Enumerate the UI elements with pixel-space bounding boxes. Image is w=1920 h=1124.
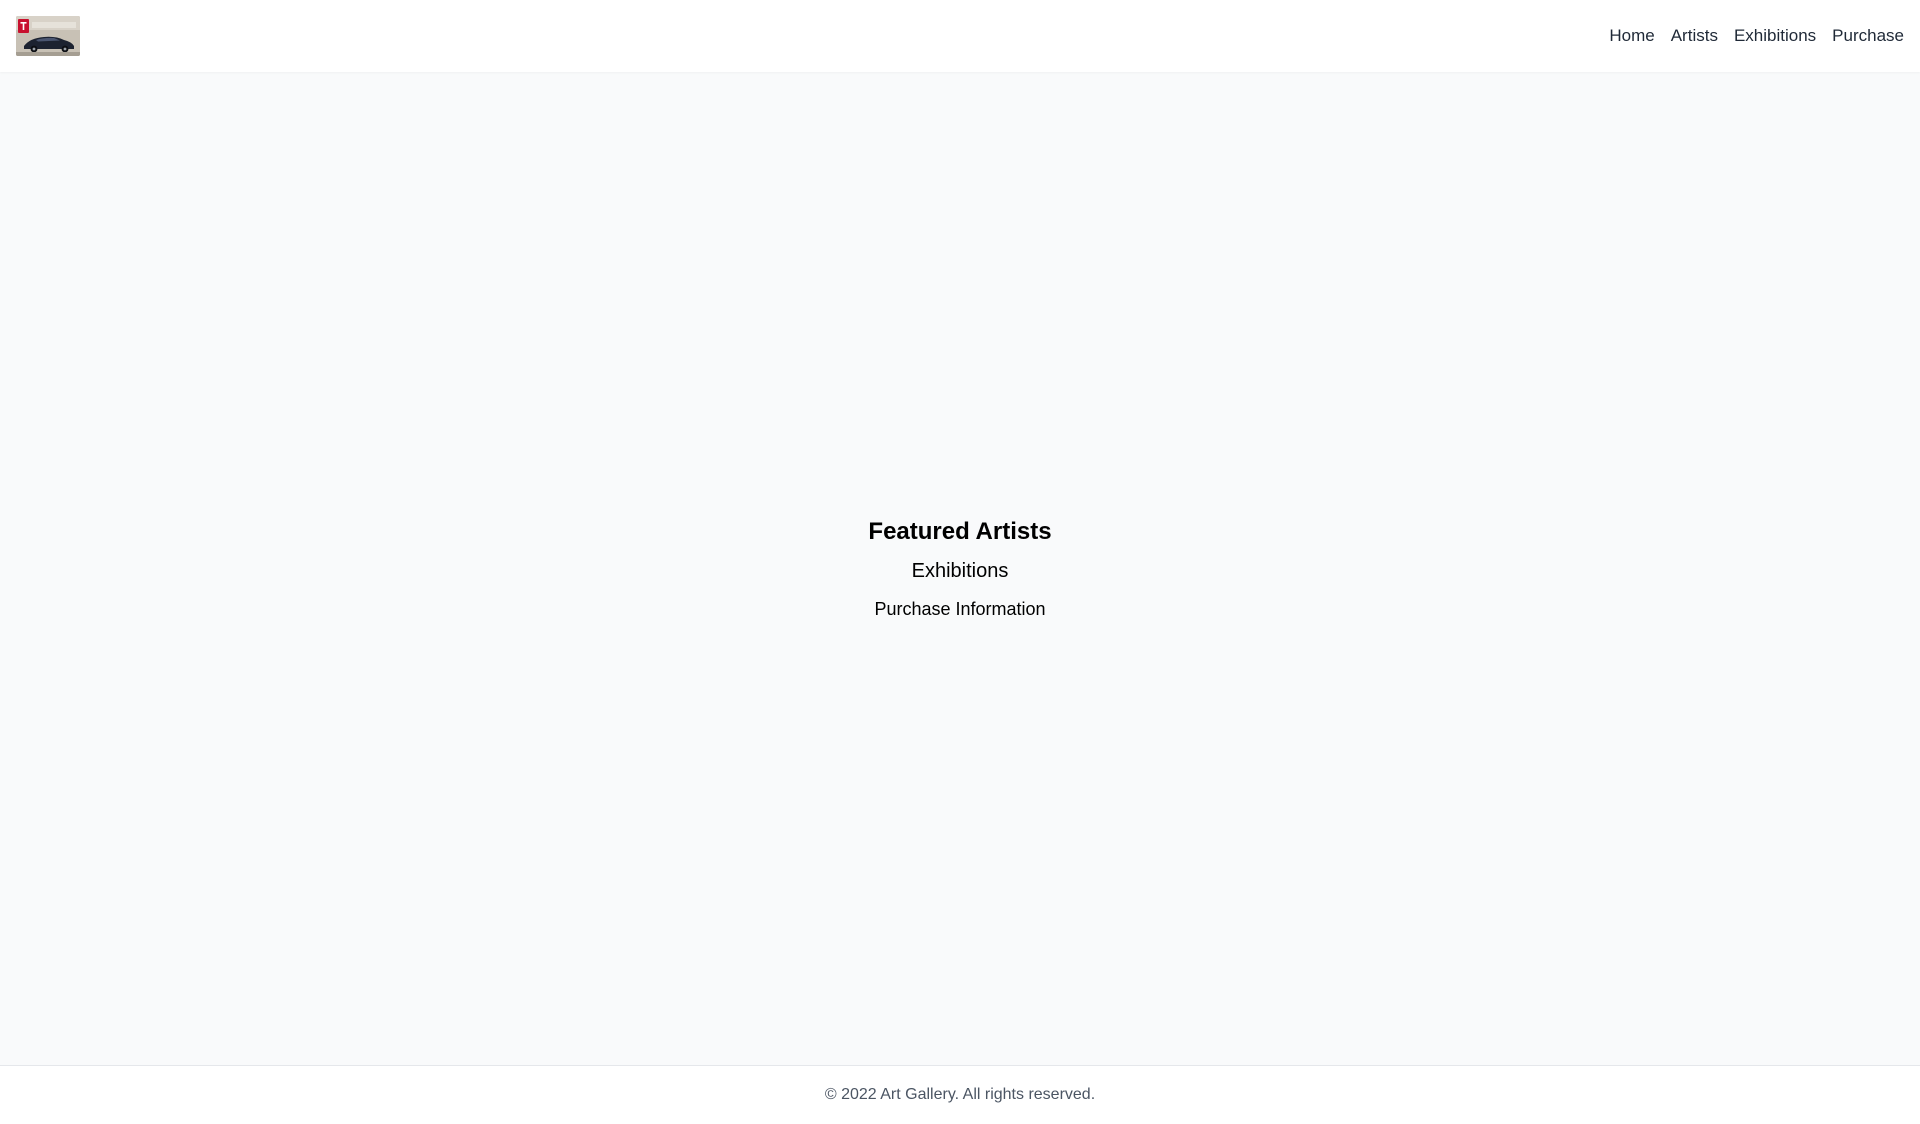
main-content: Featured Artists Exhibitions Purchase In… [0, 72, 1920, 1065]
site-footer: © 2022 Art Gallery. All rights reserved. [0, 1065, 1920, 1124]
copyright-text: © 2022 Art Gallery. All rights reserved. [824, 1086, 1096, 1103]
nav-home-link[interactable]: Home [1609, 26, 1654, 46]
nav-artists-link[interactable]: Artists [1671, 26, 1718, 46]
nav-purchase-link[interactable]: Purchase [1832, 26, 1904, 46]
site-header: Home Artists Exhibitions Purchase [0, 0, 1920, 72]
site-logo[interactable] [16, 16, 80, 56]
nav-exhibitions-link[interactable]: Exhibitions [1734, 26, 1816, 46]
purchase-information-heading: Purchase Information [874, 598, 1046, 619]
featured-artists-heading: Featured Artists [868, 517, 1052, 545]
main-nav: Home Artists Exhibitions Purchase [1609, 0, 1904, 72]
logo-image [16, 16, 80, 56]
exhibitions-heading: Exhibitions [911, 559, 1009, 582]
